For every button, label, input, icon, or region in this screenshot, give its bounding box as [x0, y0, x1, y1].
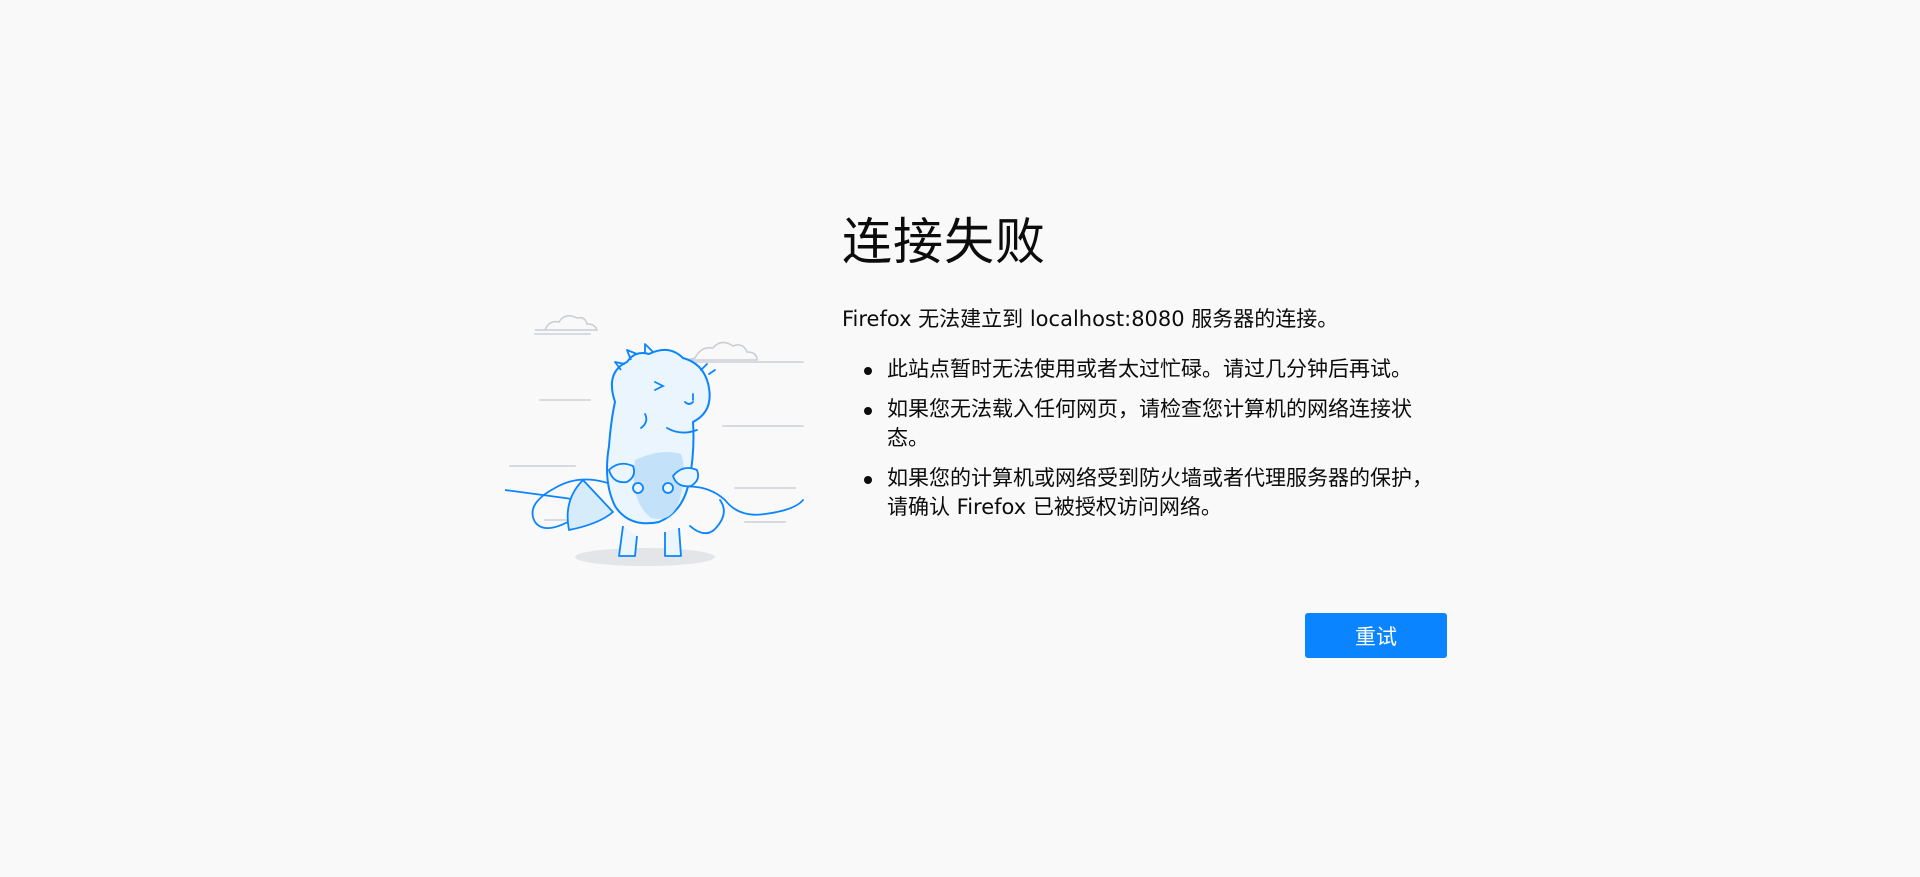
list-item: 如果您无法载入任何网页，请检查您计算机的网络连接状态。	[864, 395, 1452, 453]
list-item: 此站点暂时无法使用或者太过忙碌。请过几分钟后再试。	[864, 355, 1452, 384]
error-content: 连接失败 Firefox 无法建立到 localhost:8080 服务器的连接…	[842, 212, 1452, 533]
reason-list: 此站点暂时无法使用或者太过忙碌。请过几分钟后再试。 如果您无法载入任何网页，请检…	[842, 355, 1452, 522]
shadow	[575, 548, 715, 566]
list-item: 如果您的计算机或网络受到防火墙或者代理服务器的保护，请确认 Firefox 已被…	[864, 464, 1452, 522]
page-title: 连接失败	[842, 213, 1046, 271]
unplugged-dinosaur-illustration	[505, 315, 804, 566]
dino-tail	[566, 479, 614, 531]
retry-button[interactable]: 重试	[1305, 613, 1447, 658]
error-description: Firefox 无法建立到 localhost:8080 服务器的连接。	[842, 307, 1339, 331]
error-page: 连接失败 Firefox 无法建立到 localhost:8080 服务器的连接…	[0, 0, 1920, 877]
